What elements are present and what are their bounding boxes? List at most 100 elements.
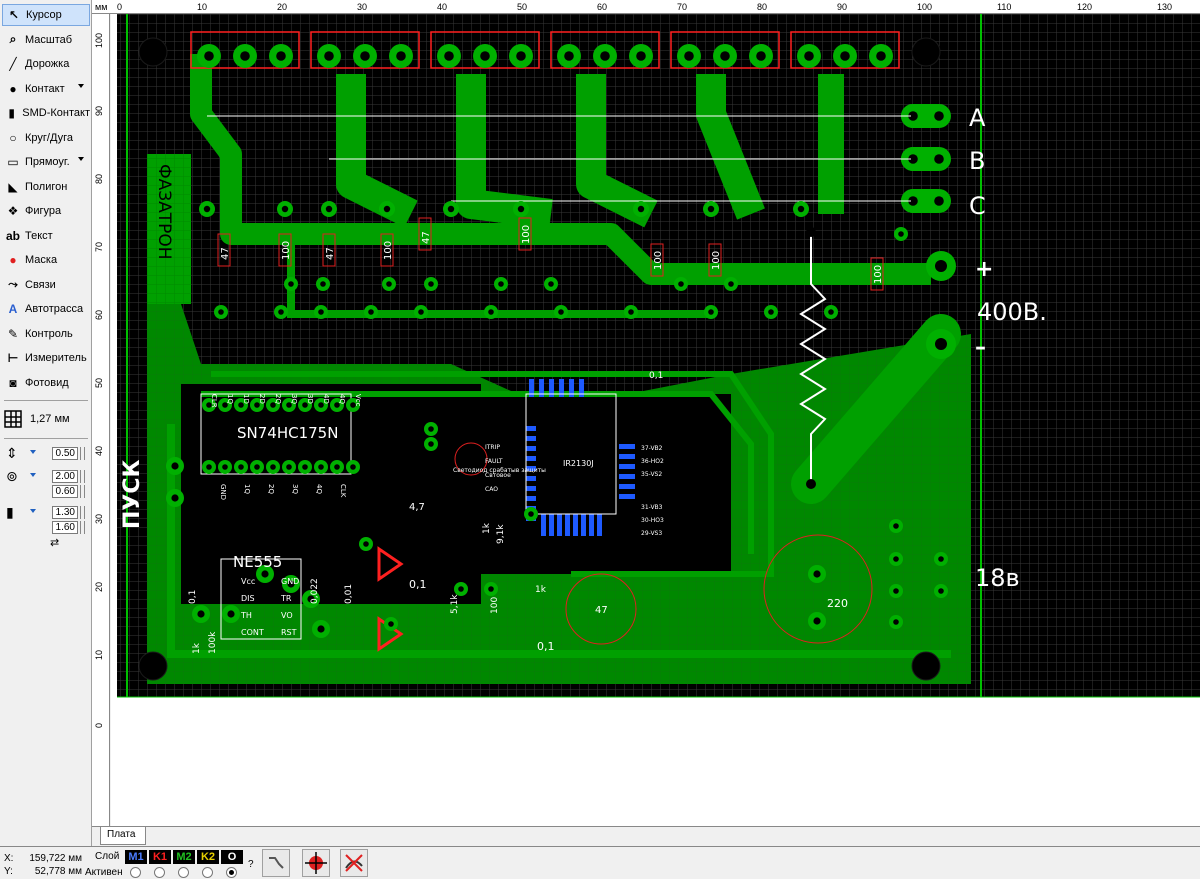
pad-hole: [828, 309, 834, 315]
chevron-down-icon[interactable]: [30, 473, 36, 477]
component-value: 1k: [192, 642, 202, 654]
active-label: Активен: [85, 867, 123, 878]
chevron-down-icon[interactable]: [30, 450, 36, 454]
tool-camera[interactable]: ◙ Фотовид: [2, 372, 90, 394]
pad-hole: [320, 281, 326, 287]
layer-o-button[interactable]: O: [221, 850, 243, 864]
connections-icon: ⤳: [8, 277, 18, 291]
pcb-canvas[interactable]: ФАЗАТРОН ПУСК A B C + 400В. – 18в SN74HC…: [111, 14, 1200, 826]
smd-pad: [619, 494, 635, 499]
pad-hole: [324, 51, 334, 61]
no-connections-button[interactable]: [340, 849, 368, 877]
cursor-icon: ↖: [8, 8, 20, 22]
smd-width-spinner[interactable]: [80, 506, 85, 519]
pad-hole: [288, 281, 294, 287]
tool-text[interactable]: ab Текст: [2, 225, 90, 247]
swap-icon[interactable]: ⇄: [50, 536, 59, 549]
check-icon: ✎: [7, 326, 19, 341]
no-connections-icon: [345, 854, 363, 872]
layer-label: Слой: [95, 851, 120, 862]
driver-pin-label: 29-VS3: [641, 530, 662, 537]
chip1-pin-label: Vcc: [354, 394, 362, 407]
pad-hole: [678, 281, 684, 287]
tool-circle-arc[interactable]: ○ Круг/Дуга: [2, 127, 90, 149]
grid-size-button[interactable]: 1,27 мм: [4, 406, 90, 432]
voltage-label: 400В.: [977, 298, 1047, 326]
chevron-down-icon[interactable]: [30, 509, 36, 513]
crosshair-button[interactable]: [302, 849, 330, 877]
layer-m2-radio[interactable]: [178, 867, 189, 878]
pcb-board[interactable]: ФАЗАТРОН ПУСК A B C + 400В. – 18в SN74HC…: [111, 14, 1200, 826]
pad-outer-diameter-input[interactable]: 2.00: [52, 470, 78, 483]
pad-hole: [458, 586, 464, 592]
tool-pad[interactable]: ● Контакт: [2, 78, 90, 100]
layer-k2-button[interactable]: K2: [197, 850, 219, 864]
pad-hole: [447, 205, 455, 213]
tool-label: Контакт: [25, 82, 65, 95]
pad-hole: [498, 281, 504, 287]
track-width-spinner[interactable]: [80, 447, 85, 460]
tool-shape[interactable]: ❖ Фигура: [2, 200, 90, 222]
ruler-top-tick: 100: [917, 2, 933, 12]
layer-k1-radio[interactable]: [154, 867, 165, 878]
smd-pad: [597, 514, 602, 536]
pad-hole: [444, 51, 454, 61]
chevron-down-icon[interactable]: [78, 157, 84, 161]
tool-track[interactable]: ╱ Дорожка: [2, 53, 90, 75]
pad-hole: [428, 441, 434, 447]
layer-m1-button[interactable]: M1: [125, 850, 147, 864]
tool-cursor[interactable]: ↖ Курсор: [2, 4, 90, 26]
pad-hole: [261, 570, 269, 578]
ruler-icon: ⊢: [7, 351, 19, 365]
tool-ruler[interactable]: ⊢ Измеритель: [2, 347, 90, 369]
circle-arc-icon: ○: [9, 130, 17, 145]
pad-hole: [893, 556, 899, 562]
pad-inner-diameter-spinner[interactable]: [80, 485, 85, 498]
smd-width-input[interactable]: 1.30: [52, 506, 78, 519]
pad-hole: [238, 464, 244, 470]
tool-label: Связи: [25, 278, 56, 291]
tool-autoroute[interactable]: A Автотрасса: [2, 298, 90, 320]
tool-mask[interactable]: ● Маска: [2, 249, 90, 271]
tool-label: Курсор: [26, 9, 62, 21]
ne555-pin-label: TH: [240, 611, 252, 620]
resistor-value: 100: [653, 251, 664, 270]
layer-k2-radio[interactable]: [202, 867, 213, 878]
pad-hole: [876, 51, 886, 61]
tool-connections[interactable]: ⤳ Связи: [2, 274, 90, 296]
cap-01-c: 0,1: [649, 371, 663, 381]
pad-hole: [934, 196, 944, 206]
pad-hole: [516, 51, 526, 61]
pad-hole: [368, 309, 374, 315]
tool-rectangle[interactable]: ▭ Прямоуг.: [2, 151, 90, 173]
track-width-icon: ⇕: [6, 445, 18, 461]
polygon-icon: ◣: [8, 179, 18, 194]
ruler-top: мм 0 10 20 30 40 50 60 70 80 90 100 110 120 130: [92, 0, 1200, 14]
pad-inner-diameter-input[interactable]: 0.60: [52, 485, 78, 498]
tool-polygon[interactable]: ◣ Полигон: [2, 176, 90, 198]
layer-o-radio[interactable]: [226, 867, 237, 878]
tool-zoom[interactable]: ⌕ Масштаб: [2, 29, 90, 51]
chevron-down-icon[interactable]: [78, 83, 84, 88]
pad-outer-diameter-spinner[interactable]: [80, 470, 85, 483]
layer-m2-button[interactable]: M2: [173, 850, 195, 864]
pad-hole: [488, 309, 494, 315]
layer-k1-button[interactable]: K1: [149, 850, 171, 864]
pad-hole: [318, 309, 324, 315]
layer-m1-radio[interactable]: [130, 867, 141, 878]
driver-label: IR2130J: [563, 459, 594, 468]
ruler-left-tick: 60: [94, 309, 104, 320]
pad-hole: [628, 309, 634, 315]
tool-check[interactable]: ✎ Контроль: [2, 323, 90, 345]
pad-hole: [286, 464, 292, 470]
tab-board[interactable]: Плата: [100, 827, 146, 845]
ne555-pin-label: TR: [280, 594, 292, 603]
resistor-value: 47: [220, 247, 231, 260]
ruler-left-tick: 80: [94, 173, 104, 184]
smd-height-input[interactable]: 1.60: [52, 521, 78, 534]
pad-hole: [171, 462, 179, 470]
track-width-input[interactable]: 0.50: [52, 447, 78, 460]
smd-height-spinner[interactable]: [80, 521, 85, 534]
track-route-button[interactable]: [262, 849, 290, 877]
tool-smd-pad[interactable]: ▮ SMD-Контакт: [2, 102, 90, 124]
